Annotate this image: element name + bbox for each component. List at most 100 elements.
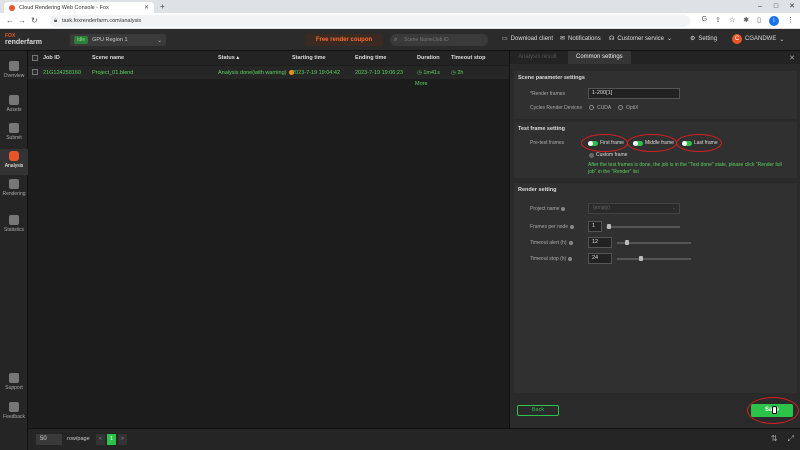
col-duration[interactable]: Duration xyxy=(417,55,440,61)
frames-per-node-slider[interactable] xyxy=(606,226,680,228)
project-name-select[interactable]: (empty) ⌄ xyxy=(588,203,680,214)
toggle-off-icon xyxy=(589,152,594,158)
forward-arrow-icon[interactable]: → xyxy=(18,16,26,25)
region-status-badge: Idle xyxy=(74,36,89,44)
slider-handle[interactable] xyxy=(625,240,629,245)
translate-icon[interactable]: G xyxy=(702,16,707,26)
col-starting-time[interactable]: Starting time xyxy=(292,55,326,61)
maximize-icon[interactable]: □ xyxy=(768,0,784,13)
sidepanel-icon[interactable]: ▯ xyxy=(757,16,761,26)
download-client-button[interactable]: ▭ Download client xyxy=(502,35,553,43)
page-size-select[interactable]: 50 xyxy=(36,434,62,445)
cuda-label: CUDA xyxy=(597,105,612,111)
profile-avatar[interactable]: I xyxy=(769,16,779,26)
prev-page-button[interactable]: < xyxy=(96,434,105,445)
cell-ending-time: 2023-7-19 19:06:23 xyxy=(355,70,404,76)
select-all-checkbox[interactable] xyxy=(32,55,38,61)
sidebar-item-statistics[interactable]: Statistics xyxy=(0,213,28,239)
toggle-on-icon xyxy=(682,140,692,146)
reload-icon[interactable]: ↻ xyxy=(31,16,38,25)
browser-menu-icon[interactable]: ⋮ xyxy=(787,16,794,26)
timeout-stop-input[interactable]: 24 xyxy=(588,253,612,264)
back-button[interactable]: Back xyxy=(517,405,559,416)
col-job-id[interactable]: Job ID xyxy=(43,55,60,61)
region-selector[interactable]: Idle GPU Region 1 ⌄ xyxy=(70,34,166,46)
render-setting-section: Render setting Project name (empty) ⌄ Fra… xyxy=(514,183,797,393)
tab-analysis-result[interactable]: Analysis result xyxy=(510,51,565,64)
minimize-icon[interactable]: – xyxy=(752,0,768,13)
col-ending-time[interactable]: Ending time xyxy=(355,55,386,61)
sidebar-item-overview[interactable]: Overview xyxy=(0,59,28,85)
toggle-on-icon xyxy=(633,140,643,146)
sidebar-item-feedback[interactable]: Feedback xyxy=(0,400,28,426)
frames-per-node-input[interactable]: 1 xyxy=(588,221,602,232)
chevron-down-icon: ⌄ xyxy=(779,36,785,43)
timeout-stop-slider[interactable] xyxy=(617,258,691,260)
cell-duration: ◷ 1m41s xyxy=(417,70,440,76)
sidebar-item-rendering[interactable]: Rendering xyxy=(0,177,28,203)
close-window-icon[interactable]: ✕ xyxy=(784,0,800,13)
sidebar: Overview Assets Submit Analysis Renderin… xyxy=(0,51,28,450)
middle-frame-toggle[interactable]: Middle frame xyxy=(633,140,674,146)
browser-tab[interactable]: Cloud Rendering Web Console - Fox ✕ xyxy=(4,2,154,13)
col-status[interactable]: Status ▴ xyxy=(218,55,239,61)
first-frame-toggle[interactable]: First frame xyxy=(588,140,624,146)
search-icon: ⌕ xyxy=(394,37,398,43)
close-tab-icon[interactable]: ✕ xyxy=(144,4,149,11)
bar-chart-icon xyxy=(9,215,19,225)
analysis-icon xyxy=(9,151,19,161)
new-tab-icon[interactable]: + xyxy=(160,2,165,11)
close-panel-icon[interactable]: ✕ xyxy=(789,54,795,62)
timeout-alert-input[interactable]: 12 xyxy=(588,237,612,248)
url-text: task.foxrenderfarm.com/analysis xyxy=(62,18,142,24)
project-name-label: Project name xyxy=(530,206,566,212)
sidebar-item-analysis[interactable]: Analysis xyxy=(0,149,28,175)
col-timeout-stop[interactable]: Timeout stop xyxy=(451,55,485,61)
slider-handle[interactable] xyxy=(607,224,611,229)
search-input[interactable]: ⌕ Scene Name/Job ID xyxy=(390,34,488,46)
sidebar-item-assets[interactable]: Assets xyxy=(0,93,28,119)
table-row[interactable]: 21G124258160 Project_01.blend Analysis d… xyxy=(28,66,509,79)
customer-service-button[interactable]: ☊ Customer service ⌄ xyxy=(609,35,672,43)
render-frames-label: *Render frames xyxy=(530,91,566,97)
more-link[interactable]: More xyxy=(415,81,428,87)
optix-radio[interactable] xyxy=(618,105,623,110)
share-icon[interactable]: ⇪ xyxy=(715,16,721,26)
browser-toolbar: ← → ↻ 🔒︎ task.foxrenderfarm.com/analysis… xyxy=(0,13,800,29)
gear-icon: ⚙ xyxy=(690,36,696,42)
region-label: GPU Region 1 xyxy=(92,37,128,43)
address-bar[interactable]: 🔒︎ task.foxrenderfarm.com/analysis xyxy=(50,15,690,27)
col-scene-name[interactable]: Scene name xyxy=(92,55,124,61)
cuda-radio[interactable] xyxy=(589,105,594,110)
last-frame-toggle[interactable]: Last frame xyxy=(682,140,718,146)
settings-panel: Analysis result Common settings ✕ Scene … xyxy=(509,51,800,428)
chevron-down-icon: ⌄ xyxy=(156,37,162,44)
sort-icon[interactable]: ⇅ xyxy=(771,434,778,444)
notifications-button[interactable]: ✉ Notifications xyxy=(560,35,601,43)
back-arrow-icon[interactable]: ← xyxy=(6,16,14,25)
tab-common-settings[interactable]: Common settings xyxy=(568,51,631,64)
row-checkbox[interactable] xyxy=(32,69,38,75)
page-1-button[interactable]: 1 xyxy=(107,434,116,445)
expand-icon[interactable]: ⤢ xyxy=(788,434,794,444)
render-frames-input[interactable]: 1-200[1] xyxy=(588,88,680,99)
footer-tools: ⇅ ⤢ xyxy=(771,434,794,444)
job-table: Job ID Scene name Status ▴ Starting time… xyxy=(28,51,509,428)
document-icon xyxy=(9,373,19,383)
sidebar-item-support[interactable]: Support xyxy=(0,371,28,397)
foxrenderfarm-logo[interactable]: FOX renderfarm xyxy=(5,33,45,47)
extensions-icon[interactable]: ✱ xyxy=(743,16,749,26)
window-controls: – □ ✕ xyxy=(752,0,800,13)
tab-title: Cloud Rendering Web Console - Fox xyxy=(19,4,109,11)
setting-button[interactable]: ⚙ Setting xyxy=(690,35,717,43)
pulse-icon xyxy=(9,61,19,71)
slider-handle[interactable] xyxy=(639,256,643,261)
sidebar-item-submit[interactable]: Submit xyxy=(0,121,28,147)
bookmark-star-icon[interactable]: ☆ xyxy=(729,16,735,26)
next-page-button[interactable]: > xyxy=(118,434,127,445)
free-render-coupon-button[interactable]: Free render coupon xyxy=(305,34,383,46)
user-menu[interactable]: C CGANDWE ⌄ xyxy=(732,34,784,44)
pagination-bar: 50 row/page < 1 > ⇅ ⤢ xyxy=(28,428,800,450)
custom-frame-toggle[interactable]: Custom frame xyxy=(589,152,627,158)
help-icon xyxy=(561,206,566,211)
